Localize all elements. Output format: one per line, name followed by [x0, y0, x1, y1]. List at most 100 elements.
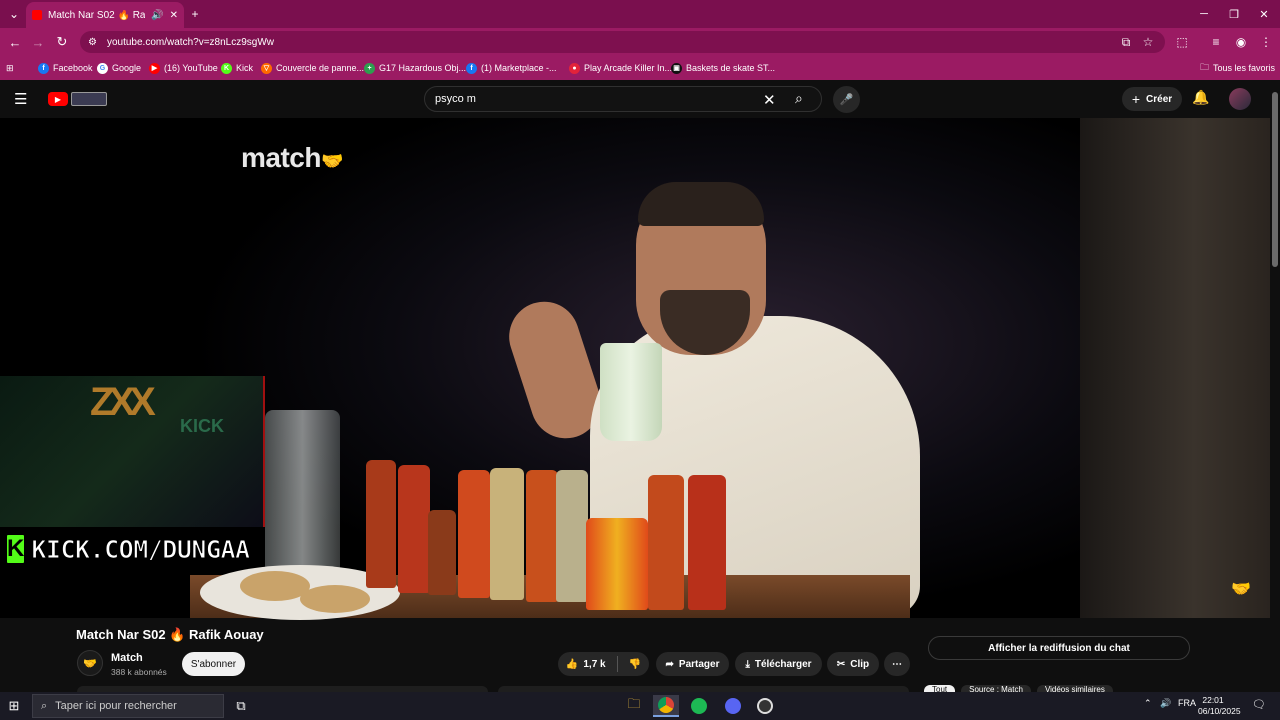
- channel-name[interactable]: Match: [111, 652, 143, 664]
- search-icon[interactable]: ⌕: [795, 90, 803, 107]
- minimize-icon[interactable]: ─: [1189, 4, 1219, 24]
- bookmark-label: Facebook: [53, 63, 93, 73]
- search-box[interactable]: ✕ ⌕: [424, 86, 822, 112]
- google-icon: G: [97, 62, 108, 74]
- close-tab-icon[interactable]: ✕: [170, 10, 178, 21]
- page-scrollbar[interactable]: [1270, 80, 1280, 692]
- search-input[interactable]: [425, 93, 745, 105]
- more-actions-button[interactable]: ⋯: [884, 652, 910, 676]
- apps-grid-icon[interactable]: ⊞: [6, 60, 20, 76]
- facebook-icon: f: [38, 62, 49, 74]
- bookmark-label: Play Arcade Killer In...: [584, 63, 673, 73]
- bookmark-label: (16) YouTube: [164, 63, 218, 73]
- bottle: [648, 475, 684, 610]
- address-bar[interactable]: ⚙ youtube.com/watch?v=z8nLcz9sgWw: [80, 31, 1165, 53]
- file-explorer-icon[interactable]: 🗀: [621, 695, 647, 717]
- channel-avatar[interactable]: 🤝: [77, 650, 103, 676]
- like-button[interactable]: 👍 1,7 k: [566, 659, 606, 670]
- spotify-icon[interactable]: [686, 695, 712, 717]
- bookmark-item[interactable]: ● Play Arcade Killer In...: [569, 60, 672, 76]
- back-icon[interactable]: ←: [5, 32, 25, 52]
- youtube-wordmark: [71, 92, 107, 106]
- discord-icon[interactable]: [720, 695, 746, 717]
- plus-square-icon: +: [364, 62, 375, 74]
- dislike-button[interactable]: 👎: [629, 659, 641, 670]
- notifications-bell-icon[interactable]: 🔔: [1192, 89, 1209, 106]
- taskbar-search-box[interactable]: ⌕ Taper ici pour rechercher: [32, 694, 224, 718]
- kick-webcam-overlay: ZXX KICK: [0, 376, 265, 527]
- bottle: [458, 470, 490, 598]
- hamburger-menu-icon[interactable]: ☰: [14, 90, 34, 108]
- download-icon: ⤓: [745, 658, 750, 670]
- bookmark-star-icon[interactable]: ☆: [1138, 32, 1158, 52]
- menu-icon[interactable]: ⋮: [1256, 32, 1276, 52]
- clip-button[interactable]: ✂ Clip: [827, 652, 879, 676]
- download-button[interactable]: ⤓ Télécharger: [735, 652, 822, 676]
- search-icon: ⌕: [41, 699, 48, 712]
- media-controls-icon[interactable]: ≡: [1206, 32, 1226, 52]
- create-button[interactable]: + Créer: [1122, 87, 1182, 111]
- account-avatar[interactable]: [1229, 88, 1251, 110]
- tab-search-icon[interactable]: ⌄: [4, 4, 24, 24]
- tray-chevron-icon[interactable]: ⌃: [1144, 698, 1152, 709]
- chrome-icon[interactable]: [653, 695, 679, 717]
- shop-icon: ▽: [261, 62, 272, 74]
- site-info-icon[interactable]: ⚙: [88, 37, 97, 48]
- clock-time: 22:01: [1202, 695, 1224, 705]
- bottle: [366, 460, 396, 588]
- kick-icon: K: [221, 62, 232, 74]
- restore-icon[interactable]: ❐: [1219, 4, 1249, 24]
- voice-search-icon[interactable]: 🎤: [833, 86, 860, 113]
- bookmark-item[interactable]: ▣ Baskets de skate ST...: [671, 60, 775, 76]
- subscribe-button[interactable]: S'abonner: [182, 652, 245, 676]
- bookmark-item[interactable]: ▶ (16) YouTube: [149, 60, 218, 76]
- store-icon: ▣: [671, 62, 682, 74]
- youtube-header: ☰ ▶ ✕ ⌕ 🎤 + Créer 🔔: [0, 80, 1280, 118]
- volume-icon[interactable]: 🔊: [1160, 698, 1171, 709]
- youtube-play-icon: ▶: [48, 92, 68, 106]
- windows-start-icon[interactable]: ⊞: [6, 698, 22, 714]
- obs-icon[interactable]: [752, 695, 778, 717]
- water-pitcher: [265, 410, 340, 585]
- forward-icon[interactable]: →: [28, 32, 48, 52]
- bookmark-item[interactable]: ▽ Couvercle de panne...: [261, 60, 364, 76]
- browser-tab[interactable]: Match Nar S02 🔥 Rafik Aouay 🔊 ✕: [26, 2, 184, 28]
- language-indicator[interactable]: FRA: [1178, 698, 1196, 708]
- show-chat-replay-button[interactable]: Afficher la rediffusion du chat: [928, 636, 1190, 660]
- new-tab-icon[interactable]: +: [185, 4, 205, 24]
- profile-icon[interactable]: ◉: [1231, 32, 1251, 52]
- divider: [616, 656, 618, 672]
- extensions-icon[interactable]: ⬚: [1172, 32, 1192, 52]
- scrollbar-thumb[interactable]: [1272, 92, 1278, 267]
- bookmark-item[interactable]: f (1) Marketplace -...: [466, 60, 557, 76]
- task-view-icon[interactable]: ⧉: [228, 695, 254, 717]
- cast-icon[interactable]: ⧉: [1116, 32, 1136, 52]
- share-button[interactable]: ➦ Partager: [656, 652, 729, 676]
- bookmark-label: (1) Marketplace -...: [481, 63, 557, 73]
- person-hair: [638, 182, 764, 226]
- bookmark-item[interactable]: + G17 Hazardous Obj...: [364, 60, 466, 76]
- bottle: [490, 468, 524, 600]
- channel-watermark-icon[interactable]: 🤝: [1226, 575, 1256, 603]
- all-bookmarks[interactable]: 🗀 Tous les favoris: [1200, 60, 1275, 76]
- bottle: [688, 475, 726, 610]
- clear-search-icon[interactable]: ✕: [763, 91, 776, 109]
- clock-date: 06/10/2025: [1198, 706, 1241, 716]
- channel-subscriber-count: 388 k abonnés: [111, 667, 167, 677]
- bottle: [526, 470, 558, 602]
- bookmark-item[interactable]: G Google: [97, 60, 141, 76]
- match-overlay-logo: match🤝: [241, 142, 343, 173]
- bottle: [428, 510, 456, 595]
- bookmark-item[interactable]: f Facebook: [38, 60, 93, 76]
- speaker-icon[interactable]: 🔊: [151, 10, 163, 21]
- youtube-logo[interactable]: ▶: [48, 91, 108, 107]
- clock[interactable]: 22:01 06/10/2025: [1198, 695, 1241, 717]
- bookmark-item[interactable]: K Kick: [221, 60, 253, 76]
- windows-taskbar: ⊞ ⌕ Taper ici pour rechercher ⧉ 🗀 ⌃ 🔊 FR…: [0, 692, 1280, 720]
- cup: [600, 343, 662, 441]
- taskbar-search-placeholder: Taper ici pour rechercher: [55, 700, 177, 712]
- tab-title: Match Nar S02 🔥 Rafik Aouay: [48, 9, 146, 21]
- window-close-icon[interactable]: ✕: [1249, 4, 1279, 24]
- notifications-icon[interactable]: 🗨: [1252, 698, 1266, 711]
- reload-icon[interactable]: ↻: [52, 32, 72, 52]
